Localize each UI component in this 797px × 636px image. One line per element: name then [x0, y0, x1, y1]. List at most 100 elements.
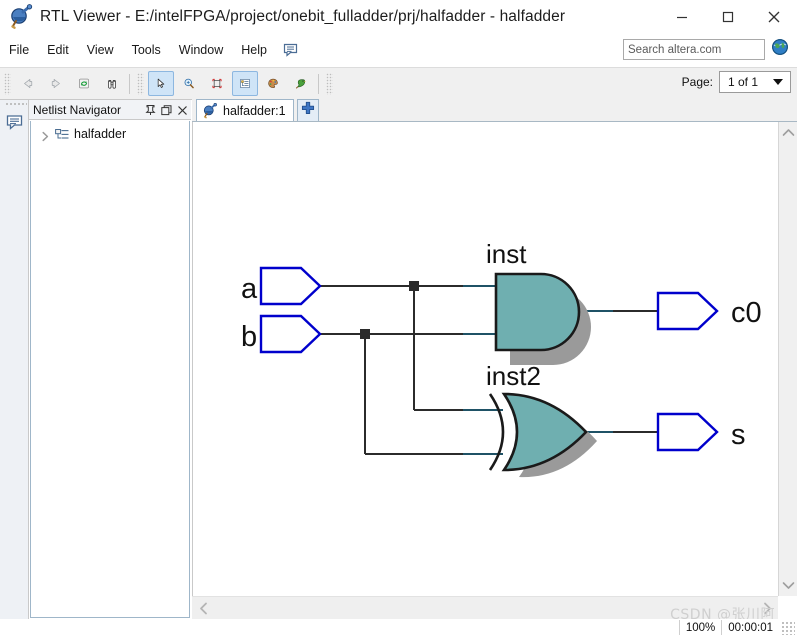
output-pin-c0[interactable] [656, 291, 719, 331]
schematic-drawing: a b inst inst2 c0 s [241, 239, 762, 478]
menu-edit[interactable]: Edit [38, 40, 78, 60]
output-pin-label-s: s [731, 419, 746, 451]
chevron-left-icon [200, 602, 207, 615]
page-selector: Page: 1 of 1 [682, 71, 791, 93]
menu-tools[interactable]: Tools [123, 40, 170, 60]
tree-item-halfadder[interactable]: halfadder [31, 124, 189, 144]
toolbar-grip-3[interactable] [326, 72, 333, 95]
toolbar-separator [129, 73, 130, 94]
gate-label-inst2: inst2 [486, 361, 541, 391]
scroll-left-button[interactable] [195, 600, 212, 617]
status-bar: 100% 00:00:01 [0, 619, 797, 636]
tab-label: halfadder:1 [223, 103, 286, 118]
tree-item-label: halfadder [74, 127, 127, 141]
maximize-button[interactable] [705, 0, 751, 34]
zoom-level: 100% [678, 620, 721, 635]
hierarchy-list-button[interactable] [232, 71, 258, 96]
output-pin-label-c0: c0 [731, 297, 762, 329]
page-label: Page: [681, 75, 713, 89]
left-arrow-icon [24, 79, 33, 88]
tab-halfadder-1[interactable]: halfadder:1 [196, 99, 294, 121]
minimize-icon [677, 16, 687, 19]
search-area [623, 38, 789, 61]
magnifier-plus-icon [184, 78, 194, 89]
bird-icon [296, 79, 306, 89]
netlist-navigator-header: Netlist Navigator [29, 100, 191, 120]
and-gate-inst[interactable] [494, 272, 581, 352]
window-controls [659, 0, 797, 34]
xor-gate-outer-arc [488, 393, 505, 471]
menu-file[interactable]: File [0, 40, 38, 60]
output-pin-s[interactable] [656, 412, 719, 452]
message-note-icon[interactable] [282, 41, 300, 59]
menu-help[interactable]: Help [232, 40, 276, 60]
left-dock-strip [0, 100, 29, 636]
zoom-tool-button[interactable] [176, 71, 202, 96]
search-input[interactable] [623, 39, 765, 60]
toolbar-separator-2 [318, 73, 319, 94]
close-icon [768, 11, 780, 23]
netlist-navigator-panel: Netlist Navigator halfadder [29, 100, 191, 619]
add-tab-button[interactable] [297, 99, 319, 121]
page-dropdown[interactable]: 1 of 1 [719, 71, 791, 93]
toolbar-grip[interactable] [4, 72, 11, 95]
message-balloon-icon[interactable] [5, 113, 25, 133]
select-tool-button[interactable] [148, 71, 174, 96]
toolbar-grip-2[interactable] [137, 72, 144, 95]
junction-group [360, 281, 419, 339]
menu-window[interactable]: Window [170, 40, 232, 60]
input-pin-label-a: a [241, 273, 258, 305]
netlist-node-icon [55, 128, 70, 141]
scroll-down-button[interactable] [779, 577, 797, 594]
netlist-navigator-title: Netlist Navigator [33, 102, 122, 117]
color-palette-button[interactable] [260, 71, 286, 96]
fit-box-icon [212, 78, 222, 89]
junction-b [360, 329, 370, 339]
elapsed-time: 00:00:01 [721, 620, 779, 635]
rtl-viewer-window: RTL Viewer - E:/intelFPGA/project/onebit… [0, 0, 797, 636]
cursor-arrow-icon [157, 78, 165, 88]
rtl-viewer-icon [8, 4, 34, 30]
chevron-right-icon[interactable] [40, 129, 51, 141]
binoculars-icon [108, 80, 116, 89]
input-pin-a[interactable] [259, 266, 322, 306]
horizontal-scrollbar[interactable] [192, 596, 778, 619]
chevron-down-icon [782, 582, 795, 589]
input-pin-b[interactable] [259, 314, 322, 354]
fit-selection-button[interactable] [204, 71, 230, 96]
chevron-right-icon [764, 602, 771, 615]
forward-button[interactable] [43, 71, 69, 96]
refresh-icon [79, 78, 89, 89]
netlist-navigator-header-buttons [144, 100, 189, 120]
scroll-up-button[interactable] [779, 124, 797, 141]
scroll-right-button[interactable] [759, 600, 776, 617]
dock-grip[interactable] [5, 102, 27, 107]
refresh-button[interactable] [71, 71, 97, 96]
restore-icon[interactable] [160, 103, 173, 118]
page-value: 1 of 1 [728, 75, 759, 89]
back-button[interactable] [15, 71, 41, 96]
tab-strip: halfadder:1 [192, 98, 797, 122]
maximize-icon [722, 11, 734, 23]
rtl-viewer-icon [202, 102, 218, 119]
right-arrow-icon [51, 79, 60, 88]
menu-view[interactable]: View [78, 40, 123, 60]
resize-grip[interactable] [781, 620, 795, 635]
palette-icon [268, 78, 278, 88]
vertical-scrollbar[interactable] [778, 122, 797, 596]
bird-view-button[interactable] [288, 71, 314, 96]
hierarchy-list-icon [240, 79, 250, 88]
netlist-navigator-tree: halfadder [30, 121, 190, 618]
pin-icon[interactable] [144, 103, 157, 118]
close-icon[interactable] [176, 103, 189, 118]
schematic-canvas[interactable]: a b inst inst2 c0 s [192, 122, 778, 596]
window-title: RTL Viewer - E:/intelFPGA/project/onebit… [40, 8, 566, 25]
input-pin-label-b: b [241, 321, 257, 353]
find-button[interactable] [99, 71, 125, 96]
minimize-button[interactable] [659, 0, 705, 34]
junction-a [409, 281, 419, 291]
close-button[interactable] [751, 0, 797, 34]
plus-icon [301, 101, 315, 120]
toolbar [0, 67, 797, 100]
globe-icon[interactable] [771, 38, 789, 61]
